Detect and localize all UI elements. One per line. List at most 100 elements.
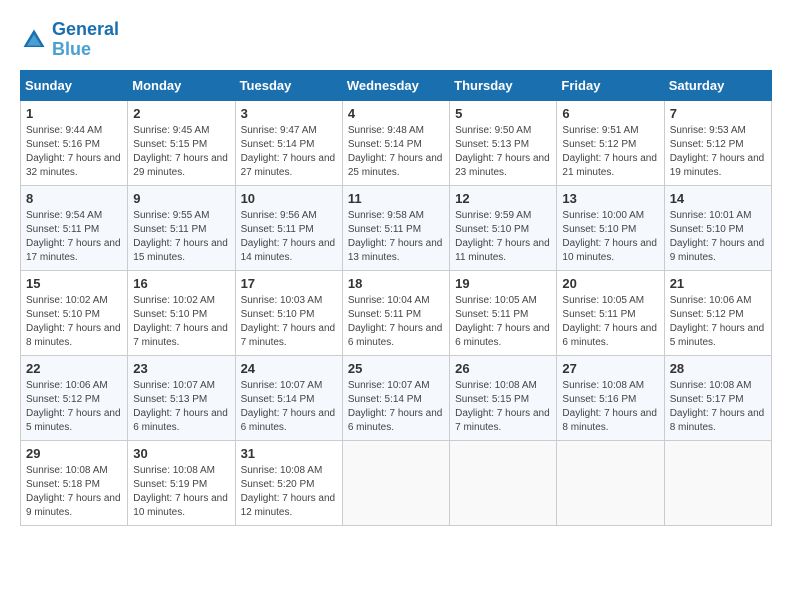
day-number: 2	[133, 106, 229, 121]
day-info: Sunrise: 10:08 AMSunset: 5:15 PMDaylight…	[455, 380, 550, 433]
calendar-cell: 13 Sunrise: 10:00 AMSunset: 5:10 PMDayli…	[557, 185, 664, 270]
calendar-cell: 8 Sunrise: 9:54 AMSunset: 5:11 PMDayligh…	[21, 185, 128, 270]
weekday-header-saturday: Saturday	[664, 70, 771, 100]
day-info: Sunrise: 9:45 AMSunset: 5:15 PMDaylight:…	[133, 125, 228, 178]
calendar-table: SundayMondayTuesdayWednesdayThursdayFrid…	[20, 70, 772, 526]
day-number: 13	[562, 191, 658, 206]
day-number: 17	[241, 276, 337, 291]
day-info: Sunrise: 10:08 AMSunset: 5:16 PMDaylight…	[562, 380, 657, 433]
day-number: 28	[670, 361, 766, 376]
weekday-header-friday: Friday	[557, 70, 664, 100]
day-number: 5	[455, 106, 551, 121]
page-header: General Blue	[20, 20, 772, 60]
weekday-header-wednesday: Wednesday	[342, 70, 449, 100]
calendar-cell: 4 Sunrise: 9:48 AMSunset: 5:14 PMDayligh…	[342, 100, 449, 185]
calendar-cell: 22 Sunrise: 10:06 AMSunset: 5:12 PMDayli…	[21, 355, 128, 440]
day-number: 22	[26, 361, 122, 376]
day-number: 24	[241, 361, 337, 376]
day-number: 1	[26, 106, 122, 121]
day-number: 21	[670, 276, 766, 291]
day-info: Sunrise: 10:02 AMSunset: 5:10 PMDaylight…	[133, 295, 228, 348]
calendar-cell: 15 Sunrise: 10:02 AMSunset: 5:10 PMDayli…	[21, 270, 128, 355]
day-number: 4	[348, 106, 444, 121]
calendar-cell: 29 Sunrise: 10:08 AMSunset: 5:18 PMDayli…	[21, 440, 128, 525]
calendar-cell: 1 Sunrise: 9:44 AMSunset: 5:16 PMDayligh…	[21, 100, 128, 185]
calendar-cell: 18 Sunrise: 10:04 AMSunset: 5:11 PMDayli…	[342, 270, 449, 355]
weekday-header-monday: Monday	[128, 70, 235, 100]
day-info: Sunrise: 9:44 AMSunset: 5:16 PMDaylight:…	[26, 125, 121, 178]
day-info: Sunrise: 10:06 AMSunset: 5:12 PMDaylight…	[26, 380, 121, 433]
calendar-cell: 5 Sunrise: 9:50 AMSunset: 5:13 PMDayligh…	[450, 100, 557, 185]
day-info: Sunrise: 9:50 AMSunset: 5:13 PMDaylight:…	[455, 125, 550, 178]
day-info: Sunrise: 10:08 AMSunset: 5:19 PMDaylight…	[133, 465, 228, 518]
calendar-cell	[557, 440, 664, 525]
calendar-cell: 16 Sunrise: 10:02 AMSunset: 5:10 PMDayli…	[128, 270, 235, 355]
calendar-cell: 3 Sunrise: 9:47 AMSunset: 5:14 PMDayligh…	[235, 100, 342, 185]
calendar-cell: 28 Sunrise: 10:08 AMSunset: 5:17 PMDayli…	[664, 355, 771, 440]
day-number: 31	[241, 446, 337, 461]
weekday-header-tuesday: Tuesday	[235, 70, 342, 100]
day-number: 29	[26, 446, 122, 461]
day-info: Sunrise: 10:06 AMSunset: 5:12 PMDaylight…	[670, 295, 765, 348]
day-info: Sunrise: 9:53 AMSunset: 5:12 PMDaylight:…	[670, 125, 765, 178]
day-info: Sunrise: 10:00 AMSunset: 5:10 PMDaylight…	[562, 210, 657, 263]
calendar-cell: 14 Sunrise: 10:01 AMSunset: 5:10 PMDayli…	[664, 185, 771, 270]
logo-text: General Blue	[52, 20, 119, 60]
day-number: 12	[455, 191, 551, 206]
weekday-header-sunday: Sunday	[21, 70, 128, 100]
calendar-week-row: 29 Sunrise: 10:08 AMSunset: 5:18 PMDayli…	[21, 440, 772, 525]
calendar-cell	[342, 440, 449, 525]
calendar-cell: 30 Sunrise: 10:08 AMSunset: 5:19 PMDayli…	[128, 440, 235, 525]
weekday-header-row: SundayMondayTuesdayWednesdayThursdayFrid…	[21, 70, 772, 100]
calendar-cell: 20 Sunrise: 10:05 AMSunset: 5:11 PMDayli…	[557, 270, 664, 355]
day-number: 19	[455, 276, 551, 291]
calendar-week-row: 8 Sunrise: 9:54 AMSunset: 5:11 PMDayligh…	[21, 185, 772, 270]
day-number: 14	[670, 191, 766, 206]
day-info: Sunrise: 10:08 AMSunset: 5:20 PMDaylight…	[241, 465, 336, 518]
day-info: Sunrise: 10:04 AMSunset: 5:11 PMDaylight…	[348, 295, 443, 348]
day-number: 8	[26, 191, 122, 206]
calendar-cell: 2 Sunrise: 9:45 AMSunset: 5:15 PMDayligh…	[128, 100, 235, 185]
day-info: Sunrise: 9:56 AMSunset: 5:11 PMDaylight:…	[241, 210, 336, 263]
calendar-cell: 12 Sunrise: 9:59 AMSunset: 5:10 PMDaylig…	[450, 185, 557, 270]
calendar-cell: 11 Sunrise: 9:58 AMSunset: 5:11 PMDaylig…	[342, 185, 449, 270]
calendar-cell: 19 Sunrise: 10:05 AMSunset: 5:11 PMDayli…	[450, 270, 557, 355]
day-number: 30	[133, 446, 229, 461]
day-number: 25	[348, 361, 444, 376]
calendar-week-row: 15 Sunrise: 10:02 AMSunset: 5:10 PMDayli…	[21, 270, 772, 355]
day-info: Sunrise: 9:47 AMSunset: 5:14 PMDaylight:…	[241, 125, 336, 178]
day-number: 16	[133, 276, 229, 291]
day-info: Sunrise: 10:07 AMSunset: 5:14 PMDaylight…	[348, 380, 443, 433]
day-number: 7	[670, 106, 766, 121]
day-info: Sunrise: 10:01 AMSunset: 5:10 PMDaylight…	[670, 210, 765, 263]
day-info: Sunrise: 10:02 AMSunset: 5:10 PMDaylight…	[26, 295, 121, 348]
day-info: Sunrise: 9:55 AMSunset: 5:11 PMDaylight:…	[133, 210, 228, 263]
day-number: 10	[241, 191, 337, 206]
calendar-cell: 25 Sunrise: 10:07 AMSunset: 5:14 PMDayli…	[342, 355, 449, 440]
day-number: 11	[348, 191, 444, 206]
day-info: Sunrise: 10:08 AMSunset: 5:18 PMDaylight…	[26, 465, 121, 518]
calendar-cell	[664, 440, 771, 525]
calendar-cell: 21 Sunrise: 10:06 AMSunset: 5:12 PMDayli…	[664, 270, 771, 355]
day-number: 15	[26, 276, 122, 291]
weekday-header-thursday: Thursday	[450, 70, 557, 100]
day-number: 27	[562, 361, 658, 376]
calendar-cell: 24 Sunrise: 10:07 AMSunset: 5:14 PMDayli…	[235, 355, 342, 440]
calendar-cell: 17 Sunrise: 10:03 AMSunset: 5:10 PMDayli…	[235, 270, 342, 355]
day-number: 23	[133, 361, 229, 376]
calendar-week-row: 1 Sunrise: 9:44 AMSunset: 5:16 PMDayligh…	[21, 100, 772, 185]
day-info: Sunrise: 10:07 AMSunset: 5:14 PMDaylight…	[241, 380, 336, 433]
day-info: Sunrise: 9:48 AMSunset: 5:14 PMDaylight:…	[348, 125, 443, 178]
day-info: Sunrise: 10:05 AMSunset: 5:11 PMDaylight…	[455, 295, 550, 348]
day-number: 9	[133, 191, 229, 206]
day-number: 6	[562, 106, 658, 121]
calendar-cell: 7 Sunrise: 9:53 AMSunset: 5:12 PMDayligh…	[664, 100, 771, 185]
day-number: 20	[562, 276, 658, 291]
calendar-week-row: 22 Sunrise: 10:06 AMSunset: 5:12 PMDayli…	[21, 355, 772, 440]
calendar-cell: 6 Sunrise: 9:51 AMSunset: 5:12 PMDayligh…	[557, 100, 664, 185]
day-info: Sunrise: 9:58 AMSunset: 5:11 PMDaylight:…	[348, 210, 443, 263]
calendar-cell: 27 Sunrise: 10:08 AMSunset: 5:16 PMDayli…	[557, 355, 664, 440]
day-number: 26	[455, 361, 551, 376]
calendar-cell: 9 Sunrise: 9:55 AMSunset: 5:11 PMDayligh…	[128, 185, 235, 270]
day-number: 18	[348, 276, 444, 291]
